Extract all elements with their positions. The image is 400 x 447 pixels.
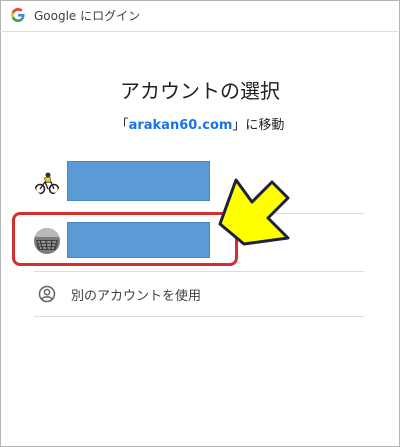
- pointer-arrow-icon: [218, 178, 290, 246]
- cyclist-avatar-icon: [34, 170, 60, 196]
- person-circle-icon: [38, 285, 56, 303]
- top-bar: Google にログイン: [0, 0, 398, 32]
- subtitle-prefix: 「: [115, 118, 129, 133]
- redacted-account-info: [67, 161, 210, 201]
- account-item-1[interactable]: [34, 155, 364, 214]
- topbar-title: Google にログイン: [34, 9, 141, 23]
- highlight-box: [12, 212, 238, 266]
- subtitle-suffix: 」に移動: [232, 118, 285, 133]
- page-title: アカウントの選択: [120, 79, 280, 103]
- destination-subtitle: 「arakan60.com」に移動: [0, 114, 400, 133]
- google-g-icon: [11, 8, 25, 22]
- destination-domain-link[interactable]: arakan60.com: [129, 118, 233, 133]
- use-another-account-button[interactable]: 別のアカウントを使用: [34, 271, 364, 317]
- use-another-account-label: 別のアカウントを使用: [71, 289, 202, 304]
